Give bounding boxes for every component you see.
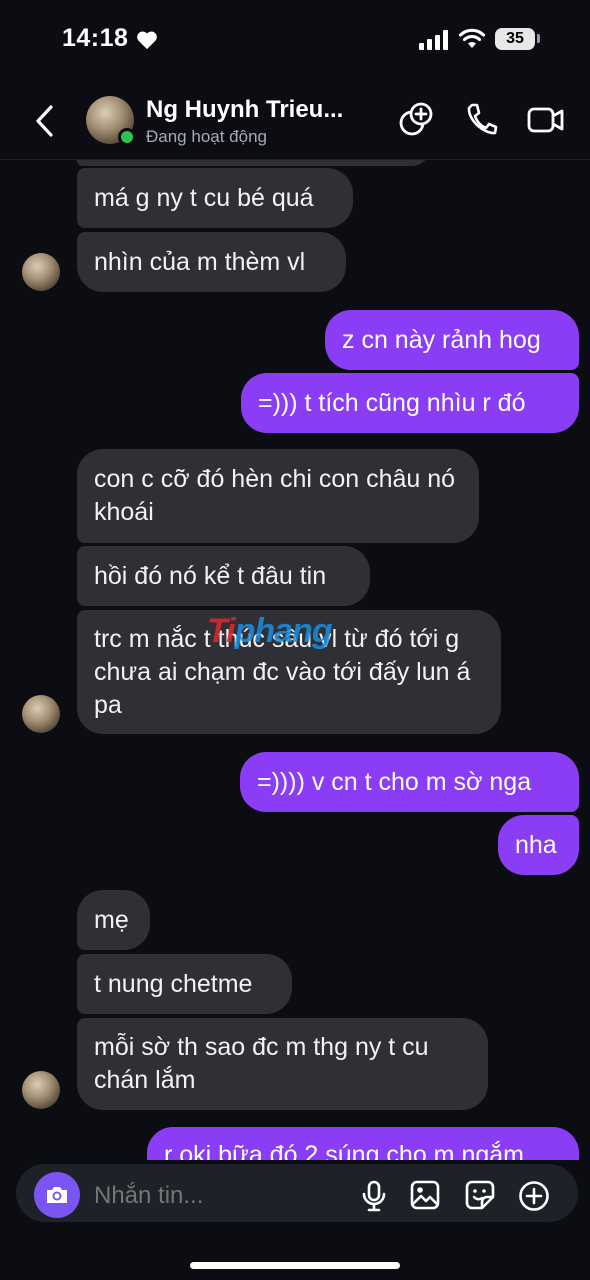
wifi-icon (458, 28, 486, 48)
contact-name[interactable]: Ng Huynh Trieu... (146, 96, 390, 124)
home-indicator (190, 1262, 400, 1269)
message-bubble-incoming[interactable]: nhìn của m thèm vl (77, 232, 346, 292)
message-bubble-incoming[interactable]: con c cỡ đó hèn chi con châu nó khoái (77, 449, 479, 543)
sender-avatar[interactable] (22, 1071, 60, 1109)
online-indicator (118, 128, 136, 146)
sender-avatar[interactable] (22, 253, 60, 291)
composer-field (16, 1164, 578, 1222)
battery-indicator: 35 (495, 28, 535, 50)
heart-icon (137, 31, 157, 50)
gallery-icon[interactable] (410, 1180, 440, 1210)
message-input[interactable] (94, 1182, 354, 1210)
message-bubble-outgoing[interactable]: =)))) v cn t cho m sờ nga (240, 752, 579, 812)
watermark-logo: Tiphang (207, 612, 333, 650)
status-bar: 14:18 35 (0, 0, 590, 80)
video-icon[interactable] (527, 100, 565, 140)
contact-status: Đang hoạt động (146, 127, 267, 146)
message-bubble-incoming[interactable]: t nung chetme (77, 954, 292, 1014)
sticker-icon[interactable] (465, 1180, 495, 1210)
message-bubble-outgoing[interactable]: z cn này rảnh hog (325, 310, 579, 370)
phone-icon[interactable] (464, 100, 498, 140)
message-bubble-incoming[interactable]: má g ny t cu bé quá (77, 168, 353, 228)
message-bubble-partial (77, 160, 430, 166)
message-bubble-outgoing[interactable]: r oki bữa đó 2 súng cho m ngắm (147, 1127, 579, 1160)
battery-nub (537, 34, 540, 43)
status-time: 14:18 (62, 24, 129, 52)
message-bubble-outgoing[interactable]: nha (498, 815, 579, 875)
back-icon[interactable] (34, 104, 56, 138)
chat-header: Ng Huynh Trieu... Đang hoạt động (0, 80, 590, 160)
plus-icon[interactable] (518, 1180, 550, 1212)
camera-icon (47, 1187, 67, 1203)
add-people-icon[interactable] (398, 100, 434, 140)
microphone-icon[interactable] (361, 1180, 387, 1212)
message-bubble-incoming[interactable]: mỗi sờ th sao đc m thg ny t cu chán lắm (77, 1018, 488, 1110)
message-bubble-incoming[interactable]: mẹ (77, 890, 150, 950)
message-list[interactable]: má g ny t cu bé quá nhìn của m thèm vl z… (0, 160, 590, 1160)
message-bubble-outgoing[interactable]: =))) t tích cũng nhìu r đó (241, 373, 579, 433)
composer-bar (0, 1160, 590, 1280)
message-bubble-incoming[interactable]: hồi đó nó kể t đâu tin (77, 546, 370, 606)
camera-button[interactable] (34, 1172, 80, 1218)
sender-avatar[interactable] (22, 695, 60, 733)
signal-icon (419, 30, 448, 50)
